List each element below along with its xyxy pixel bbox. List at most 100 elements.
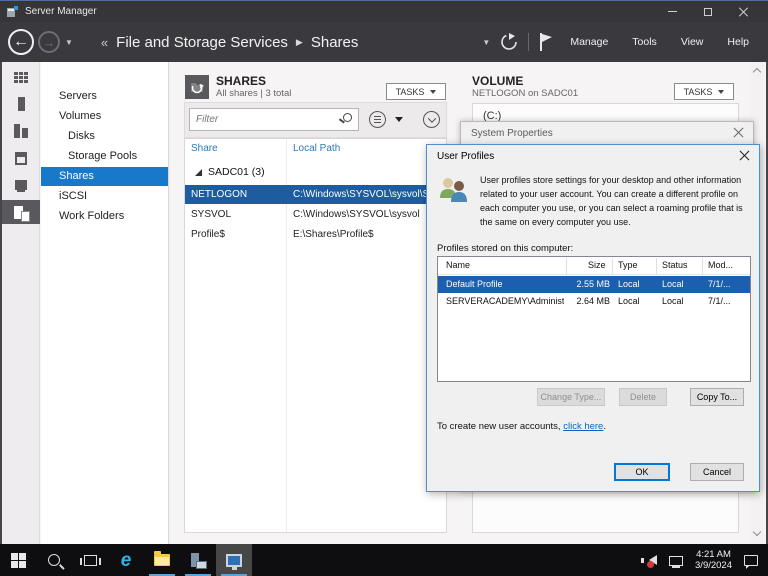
delete-button[interactable]: Delete [619,388,667,406]
server-manager-taskbar-button[interactable] [180,544,216,576]
cluster-icon[interactable] [2,173,40,197]
column-status[interactable]: Status [662,260,688,270]
sidebar-item-work-folders[interactable]: Work Folders [41,207,168,226]
history-dropdown-icon[interactable]: ▼ [65,38,73,47]
scope-dropdown-icon[interactable]: ▼ [482,38,490,47]
taskbar-search-button[interactable] [36,544,72,576]
sidebar-item-shares[interactable]: Shares [41,167,168,186]
column-type[interactable]: Type [618,260,638,270]
filter-dropdown-icon[interactable] [395,117,403,122]
maximize-button[interactable] [698,5,718,19]
cancel-button[interactable]: Cancel [690,463,744,481]
shares-table: Share Local Path SADC01 (3) NETLOGON C:\… [184,138,447,533]
footer-prefix: To create new user accounts, [437,421,563,432]
file-storage-services-icon[interactable] [2,200,40,224]
task-view-button[interactable] [72,544,108,576]
menu-manage[interactable]: Manage [563,32,615,52]
local-server-icon[interactable] [2,92,40,116]
maximize-icon [704,8,712,16]
column-share[interactable]: Share [191,143,218,154]
sidebar-item-volumes[interactable]: Volumes [41,107,168,126]
shares-panel-title: SHARES [216,74,266,88]
volume-muted-icon[interactable] [649,555,657,565]
profile-row-administrator[interactable]: SERVERACADEMY\Administ... 2.64 MB Local … [438,293,750,310]
profile-type: Local [618,279,640,289]
sidebar-item-iscsi[interactable]: iSCSI [41,187,168,206]
scroll-down-icon[interactable] [753,528,761,536]
internet-explorer-icon: e [121,551,132,570]
filter-input[interactable] [189,108,359,131]
sidebar-item-disks[interactable]: Disks [41,127,168,146]
menu-tools[interactable]: Tools [625,32,664,52]
role-icon-strip [2,62,40,544]
column-name[interactable]: Name [446,260,470,270]
scroll-up-icon[interactable] [753,68,761,76]
table-row-sysvol[interactable]: SYSVOL C:\Windows\SYSVOL\sysvol [185,205,446,224]
volume-tasks-label: TASKS [684,87,713,97]
minimize-button[interactable] [662,5,682,19]
click-here-link[interactable]: click here [563,421,603,432]
server-group-icon[interactable] [2,146,40,170]
network-icon[interactable] [669,556,683,566]
profiles-list-label: Profiles stored on this computer: [437,243,573,254]
task-view-icon [84,555,97,566]
active-window-button[interactable] [216,544,252,576]
collapse-breadcrumb-icon[interactable]: « [101,35,106,50]
close-icon [739,7,749,17]
sidebar-item-servers[interactable]: Servers [41,87,168,106]
start-button[interactable] [0,544,36,576]
column-size[interactable]: Size [588,260,606,270]
navigation-pane: Servers Volumes Disks Storage Pools Shar… [41,62,169,544]
back-button[interactable]: ← [8,29,34,55]
all-servers-icon[interactable] [2,119,40,143]
tray-date: 3/9/2024 [695,560,732,571]
create-accounts-text: To create new user accounts, click here. [437,421,606,432]
computer-icon [226,554,242,567]
share-name: SYSVOL [191,209,231,220]
server-group-row[interactable]: SADC01 (3) [185,163,265,181]
profile-type: Local [618,296,640,306]
share-path: E:\Shares\Profile$ [293,229,374,240]
copy-to-button[interactable]: Copy To... [690,388,744,406]
server-manager-body: Servers Volumes Disks Storage Pools Shar… [0,62,768,544]
column-local-path[interactable]: Local Path [293,143,340,154]
user-profiles-close-icon[interactable] [739,150,750,161]
footer-suffix: . [603,421,606,432]
action-center-icon[interactable] [744,555,758,566]
breadcrumb-parent[interactable]: File and Storage Services [116,34,288,51]
volume-tasks-button[interactable]: TASKS [674,83,734,100]
close-button[interactable] [734,5,754,19]
change-type-button[interactable]: Change Type... [537,388,605,406]
ok-button[interactable]: OK [614,463,670,481]
breadcrumb-current[interactable]: Shares [311,34,359,51]
shares-tasks-button[interactable]: TASKS [386,83,446,100]
tasks-dropdown-icon [430,90,436,94]
group-expanded-icon[interactable] [195,169,202,176]
server-manager-app-icon [6,5,19,18]
table-row-profile[interactable]: Profile$ E:\Shares\Profile$ [185,225,446,244]
refresh-icon[interactable] [500,33,518,51]
table-row-netlogon[interactable]: NETLOGON C:\Windows\SYSVOL\sysvol\Serve [185,185,446,204]
tasks-dropdown-icon [718,90,724,94]
shares-filter-toolbar [184,102,447,138]
column-modified[interactable]: Mod... [708,260,733,270]
system-properties-close-icon[interactable] [733,127,744,138]
menu-help[interactable]: Help [720,32,756,52]
file-explorer-button[interactable] [144,544,180,576]
user-profiles-dialog: User Profiles User profiles store settin… [426,144,760,492]
notifications-flag-icon[interactable] [539,33,553,51]
folder-icon [154,554,170,566]
clock[interactable]: 4:21 AM 3/9/2024 [695,549,732,571]
profiles-listview: Name Size Type Status Mod... Default Pro… [437,256,751,382]
sidebar-item-storage-pools[interactable]: Storage Pools [41,147,168,166]
collapse-panel-icon[interactable] [423,111,440,128]
group-label: SADC01 (3) [208,166,265,178]
filter-options-icon[interactable] [369,111,386,128]
dashboard-icon[interactable] [2,65,40,89]
menu-view[interactable]: View [674,32,711,52]
user-profiles-title: User Profiles [437,151,494,162]
profile-row-default[interactable]: Default Profile 2.55 MB Local Local 7/1/… [438,276,750,293]
shares-tasks-label: TASKS [396,87,425,97]
forward-button[interactable]: → [38,31,60,53]
internet-explorer-button[interactable]: e [108,544,144,576]
